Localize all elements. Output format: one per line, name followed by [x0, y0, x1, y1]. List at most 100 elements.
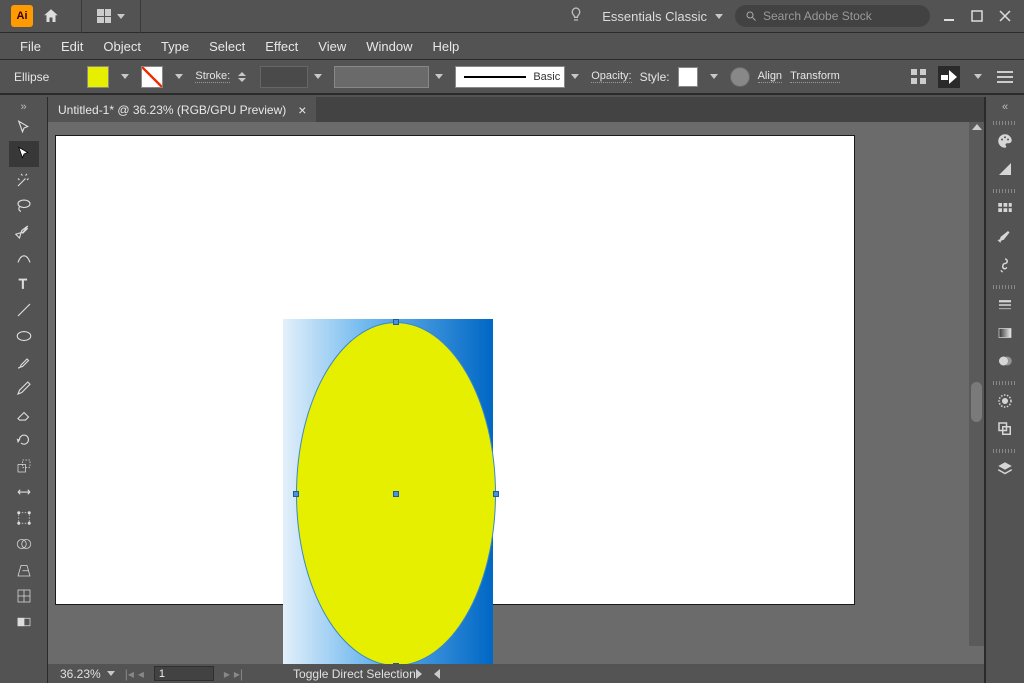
free-transform-tool[interactable] — [9, 505, 39, 531]
stroke-label[interactable]: Stroke: — [195, 70, 230, 83]
anchor-handle-right[interactable] — [493, 491, 499, 497]
gradient-panel-icon — [996, 324, 1014, 342]
ellipse-tool[interactable] — [9, 323, 39, 349]
horizontal-scrollbar[interactable] — [430, 667, 984, 681]
color-panel-button[interactable] — [991, 127, 1019, 155]
transparency-panel-button[interactable] — [991, 347, 1019, 375]
document-layout-picker[interactable] — [81, 0, 141, 33]
stroke-swatch[interactable] — [141, 66, 163, 88]
panel-grip[interactable] — [993, 381, 1017, 385]
artboard-number-field[interactable] — [154, 666, 214, 681]
search-input[interactable]: Search Adobe Stock — [735, 5, 930, 27]
pen-tool[interactable] — [9, 219, 39, 245]
eraser-tool[interactable] — [9, 401, 39, 427]
variable-width-profile[interactable] — [334, 66, 429, 88]
toolbox-toggle[interactable]: » — [20, 101, 26, 115]
shape-builder-tool[interactable] — [9, 531, 39, 557]
opacity-label[interactable]: Opacity: — [591, 70, 631, 83]
next-artboard-button[interactable]: ▸ — [224, 667, 230, 681]
minimize-button[interactable] — [940, 7, 958, 25]
fill-dropdown[interactable] — [117, 66, 133, 88]
vertical-scrollbar[interactable] — [969, 122, 984, 646]
brush-dropdown[interactable] — [567, 66, 583, 88]
mesh-tool[interactable] — [9, 583, 39, 609]
line-tool[interactable] — [9, 297, 39, 323]
menu-help[interactable]: Help — [422, 39, 469, 54]
direct-selection-tool[interactable] — [9, 141, 39, 167]
panel-grip[interactable] — [993, 189, 1017, 193]
dock-toggle[interactable]: « — [1002, 101, 1008, 115]
menu-type[interactable]: Type — [151, 39, 199, 54]
menu-icon — [997, 71, 1013, 83]
panel-grip[interactable] — [993, 449, 1017, 453]
scale-tool[interactable] — [9, 453, 39, 479]
panel-grip[interactable] — [993, 121, 1017, 125]
isolate-button[interactable] — [910, 68, 928, 86]
layers-panel-button[interactable] — [991, 455, 1019, 483]
align-to-dropdown[interactable] — [970, 66, 986, 88]
menu-select[interactable]: Select — [199, 39, 255, 54]
center-point[interactable] — [393, 491, 399, 497]
recolor-artwork-button[interactable] — [730, 67, 750, 87]
brushes-panel-button[interactable] — [991, 223, 1019, 251]
last-artboard-button[interactable]: ▸| — [234, 667, 243, 681]
rotate-tool[interactable] — [9, 427, 39, 453]
stroke-panel-button[interactable] — [991, 291, 1019, 319]
stroke-weight-field[interactable] — [260, 66, 308, 88]
prev-artboard-button[interactable]: ◂ — [138, 667, 144, 681]
curvature-tool[interactable] — [9, 245, 39, 271]
home-button[interactable] — [39, 4, 63, 28]
paintbrush-tool[interactable] — [9, 349, 39, 375]
status-hint: Toggle Direct Selection — [293, 667, 416, 681]
scrollbar-thumb[interactable] — [971, 382, 982, 422]
selection-tool[interactable] — [9, 115, 39, 141]
style-dropdown[interactable] — [706, 66, 722, 88]
canvas[interactable] — [48, 122, 984, 664]
anchor-handle-left[interactable] — [293, 491, 299, 497]
graphic-style-swatch[interactable] — [678, 67, 698, 87]
svg-text:T: T — [18, 277, 26, 292]
variable-width-dropdown[interactable] — [431, 66, 447, 88]
stroke-weight-stepper[interactable] — [238, 66, 252, 88]
workspace-switcher[interactable]: Essentials Classic — [602, 9, 723, 24]
zoom-level[interactable]: 36.23% — [60, 667, 115, 681]
gradient-panel-button[interactable] — [991, 319, 1019, 347]
menu-object[interactable]: Object — [93, 39, 151, 54]
panel-menu-button[interactable] — [996, 68, 1014, 86]
width-tool[interactable] — [9, 479, 39, 505]
magic-wand-tool[interactable] — [9, 167, 39, 193]
document-tab[interactable]: Untitled-1* @ 36.23% (RGB/GPU Preview) × — [48, 97, 316, 122]
close-tab-button[interactable]: × — [298, 102, 306, 118]
curve-icon — [15, 249, 33, 267]
panel-grip[interactable] — [993, 285, 1017, 289]
learn-button[interactable] — [568, 6, 584, 26]
menu-window[interactable]: Window — [356, 39, 422, 54]
pencil-tool[interactable] — [9, 375, 39, 401]
perspective-tool[interactable] — [9, 557, 39, 583]
swatches-panel-button[interactable] — [991, 195, 1019, 223]
menu-edit[interactable]: Edit — [51, 39, 93, 54]
menu-file[interactable]: File — [10, 39, 51, 54]
graphic-styles-panel-button[interactable] — [991, 415, 1019, 443]
align-link[interactable]: Align — [758, 70, 782, 83]
fill-swatch[interactable] — [87, 66, 109, 88]
menu-view[interactable]: View — [308, 39, 356, 54]
type-tool[interactable]: T — [9, 271, 39, 297]
align-to-button[interactable] — [938, 66, 960, 88]
anchor-handle-bottom[interactable] — [393, 663, 399, 664]
transform-link[interactable]: Transform — [790, 70, 840, 83]
brush-definition[interactable]: Basic — [455, 66, 565, 88]
lasso-tool[interactable] — [9, 193, 39, 219]
home-icon — [42, 7, 60, 25]
menu-effect[interactable]: Effect — [255, 39, 308, 54]
stroke-dropdown[interactable] — [171, 66, 187, 88]
first-artboard-button[interactable]: |◂ — [125, 667, 134, 681]
symbols-panel-button[interactable] — [991, 251, 1019, 279]
gradient-tool[interactable] — [9, 609, 39, 635]
color-guide-panel-button[interactable] — [991, 155, 1019, 183]
maximize-button[interactable] — [968, 7, 986, 25]
stroke-weight-dropdown[interactable] — [310, 66, 326, 88]
close-button[interactable] — [996, 7, 1014, 25]
appearance-panel-button[interactable] — [991, 387, 1019, 415]
anchor-handle-top[interactable] — [393, 319, 399, 325]
